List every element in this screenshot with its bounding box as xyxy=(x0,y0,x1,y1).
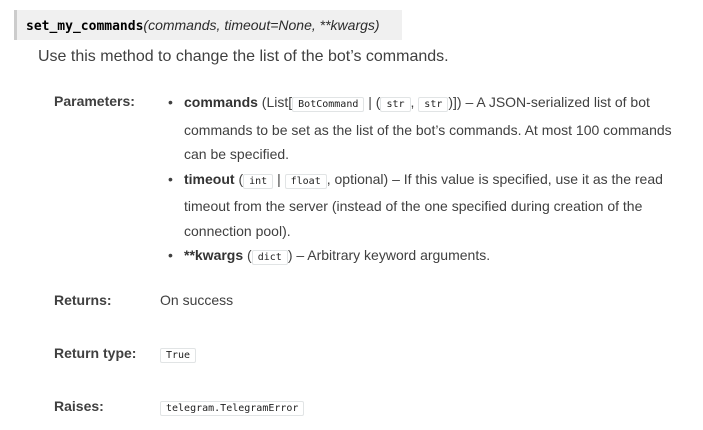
type-str[interactable]: str xyxy=(418,97,449,112)
raises-value: telegram.TelegramError xyxy=(160,398,305,416)
param-kwargs: • **kwargs (dict) – Arbitrary keyword arg… xyxy=(160,243,690,271)
bullet-icon: • xyxy=(168,94,173,110)
param-commands: • commands (List[BotCommand | (str, str)]… xyxy=(160,90,690,167)
bullet-icon: • xyxy=(168,247,173,263)
param-timeout: • timeout (int | float, optional) – If th… xyxy=(160,167,690,244)
raises-label: Raises: xyxy=(54,398,104,414)
type-telegram-error[interactable]: telegram.TelegramError xyxy=(160,401,305,416)
type-true[interactable]: True xyxy=(160,348,197,363)
return-type-label: Return type: xyxy=(54,345,137,361)
type-int[interactable]: int xyxy=(243,173,274,189)
method-signature: set_my_commands(commands, timeout=None, … xyxy=(14,10,402,40)
param-name: **kwargs xyxy=(184,247,244,263)
returns-value: On success xyxy=(160,292,234,308)
method-description: Use this method to change the list of th… xyxy=(38,48,449,65)
parameters-list: • commands (List[BotCommand | (str, str)]… xyxy=(160,90,690,271)
param-name: commands xyxy=(184,94,258,110)
parameters-label: Parameters: xyxy=(54,93,135,109)
bullet-icon: • xyxy=(168,170,173,187)
returns-label: Returns: xyxy=(54,292,112,308)
type-dict[interactable]: dict xyxy=(251,250,288,265)
method-params: (commands, timeout=None, **kwargs) xyxy=(143,17,380,33)
param-name: timeout xyxy=(184,170,235,187)
type-str[interactable]: str xyxy=(380,97,411,112)
type-botcommand[interactable]: BotCommand xyxy=(292,97,365,112)
method-name: set_my_commands xyxy=(26,19,144,34)
return-type-value: True xyxy=(160,345,197,363)
type-float[interactable]: float xyxy=(284,173,327,189)
